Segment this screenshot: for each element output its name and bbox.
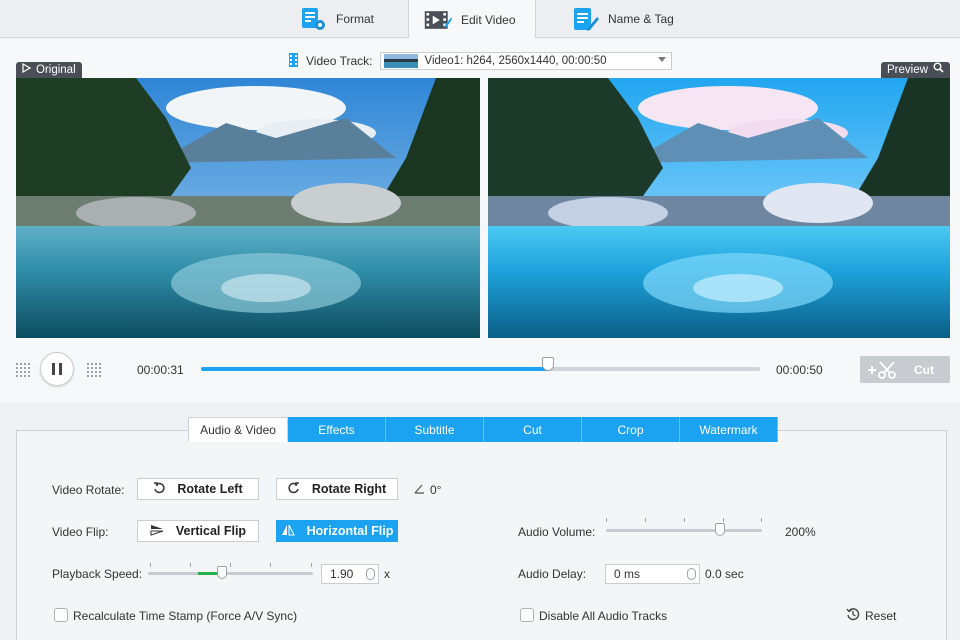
original-label: Original xyxy=(16,62,82,78)
film-icon xyxy=(289,52,298,70)
disable-audio-checkbox[interactable] xyxy=(520,608,534,622)
top-tab-bar: Format Edit Video Name & Tag xyxy=(0,0,960,39)
magnifier-icon xyxy=(933,62,944,78)
audio-delay-label: Audio Delay: xyxy=(518,567,587,581)
seek-handle[interactable] xyxy=(541,357,554,371)
seek-bar[interactable] xyxy=(201,357,760,371)
preview-video-frame xyxy=(488,78,950,338)
playback-speed-unit: x xyxy=(384,567,390,581)
speed-slider-handle[interactable] xyxy=(217,566,228,579)
format-settings-icon xyxy=(298,6,328,32)
pause-button[interactable] xyxy=(40,352,74,386)
rotate-left-button[interactable]: Rotate Left xyxy=(137,478,259,500)
tab-subtitle[interactable]: Subtitle xyxy=(386,417,484,442)
name-tag-icon xyxy=(570,6,600,32)
original-video-frame xyxy=(16,78,480,338)
grid-dots-icon xyxy=(16,363,30,377)
chevron-down-icon xyxy=(658,57,667,62)
rotate-left-icon xyxy=(153,481,165,497)
playback-speed-slider[interactable] xyxy=(148,566,313,579)
playback-speed-input[interactable]: 1.90 xyxy=(321,564,379,584)
current-time: 00:00:31 xyxy=(137,363,184,377)
rotate-right-icon xyxy=(288,481,300,497)
reset-clock-icon xyxy=(846,607,860,624)
edit-sub-tabs: Audio & Video Effects Subtitle Cut Crop … xyxy=(188,417,778,442)
video-flip-label: Video Flip: xyxy=(52,525,109,539)
recalc-timestamp-checkbox[interactable] xyxy=(54,608,68,622)
video-thumbnail xyxy=(384,54,419,68)
volume-slider-handle[interactable] xyxy=(714,523,725,536)
tab-cut[interactable]: Cut xyxy=(484,417,582,442)
spinner-arrows-icon[interactable] xyxy=(687,568,696,580)
tab-watermark[interactable]: Watermark xyxy=(680,417,778,442)
speed-ticks xyxy=(150,563,312,567)
tab-crop[interactable]: Crop xyxy=(582,417,680,442)
play-outline-icon xyxy=(22,62,32,78)
reset-button[interactable]: Reset xyxy=(846,607,896,624)
seek-progress xyxy=(201,367,548,371)
vertical-flip-button[interactable]: Vertical Flip xyxy=(137,520,259,542)
video-track-select[interactable]: Video1: h264, 2560x1440, 00:00:50 xyxy=(380,52,673,70)
total-time: 00:00:50 xyxy=(776,363,823,377)
tab-name-tag[interactable]: Name & Tag xyxy=(556,0,688,38)
audio-volume-value: 200% xyxy=(785,525,816,539)
edit-video-icon xyxy=(423,7,453,33)
pause-icon xyxy=(52,363,55,375)
rotate-angle-value: 0° xyxy=(430,483,442,497)
tab-effects[interactable]: Effects xyxy=(288,417,386,442)
tab-audio-video[interactable]: Audio & Video xyxy=(188,417,288,442)
recalc-timestamp-label: Recalculate Time Stamp (Force A/V Sync) xyxy=(73,609,298,623)
tab-edit-video-label: Edit Video xyxy=(461,12,516,27)
audio-volume-label: Audio Volume: xyxy=(518,525,596,539)
playback-speed-label: Playback Speed: xyxy=(52,567,143,581)
horizontal-flip-icon xyxy=(281,524,295,539)
vertical-flip-icon xyxy=(150,524,164,539)
horizontal-flip-button[interactable]: Horizontal Flip xyxy=(276,520,398,542)
video-track-value: Video1: h264, 2560x1440, 00:00:50 xyxy=(424,55,607,67)
add-scissors-icon xyxy=(866,360,900,383)
preview-label[interactable]: Preview xyxy=(881,62,950,78)
grid-dots-icon xyxy=(87,363,101,377)
spinner-arrows-icon[interactable] xyxy=(366,568,375,580)
angle-icon xyxy=(414,483,425,497)
disable-audio-label: Disable All Audio Tracks xyxy=(539,609,668,623)
volume-ticks xyxy=(606,518,762,522)
audio-delay-seconds: 0.0 sec xyxy=(705,567,744,581)
audio-delay-input[interactable]: 0 ms xyxy=(605,564,700,584)
audio-volume-slider[interactable] xyxy=(606,523,762,536)
video-track-label: Video Track: xyxy=(306,54,373,68)
tab-edit-video[interactable]: Edit Video xyxy=(408,0,536,39)
tab-format-label: Format xyxy=(336,12,375,26)
cut-button-label: Cut xyxy=(914,362,934,377)
cut-button[interactable]: Cut xyxy=(860,356,950,383)
video-track-row: Video Track: Video1: h264, 2560x1440, 00… xyxy=(289,52,673,70)
tab-name-tag-label: Name & Tag xyxy=(608,12,674,26)
tab-format[interactable]: Format xyxy=(284,0,388,38)
rotate-right-button[interactable]: Rotate Right xyxy=(276,478,398,500)
video-rotate-label: Video Rotate: xyxy=(52,483,125,497)
